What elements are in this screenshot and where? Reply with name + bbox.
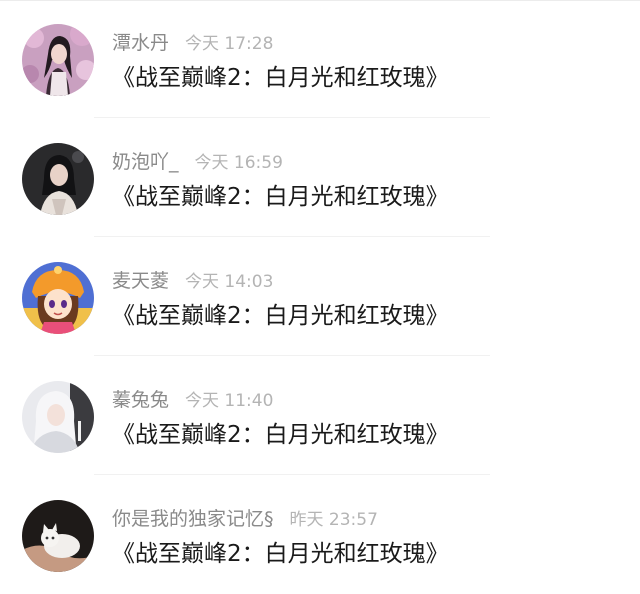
- comment-item[interactable]: 潭水丹 今天 17:28 《战至巅峰2：白月光和红玫瑰》: [0, 0, 640, 118]
- avatar-girl-pink-blossom-icon: [22, 24, 94, 96]
- comment-text: 《战至巅峰2：白月光和红玫瑰》: [112, 184, 449, 210]
- divider: [94, 474, 490, 475]
- comment-text: 《战至巅峰2：白月光和红玫瑰》: [112, 303, 449, 329]
- avatar[interactable]: [22, 262, 94, 334]
- username[interactable]: 蓁兔兔: [112, 389, 169, 411]
- divider: [94, 236, 490, 237]
- timestamp: 今天 16:59: [194, 153, 283, 173]
- comment-text: 《战至巅峰2：白月光和红玫瑰》: [112, 422, 449, 448]
- comment-meta: 奶泡吖_ 今天 16:59: [112, 150, 283, 174]
- avatar-girl-white-hair-icon: [22, 381, 94, 453]
- comment-meta: 潭水丹 今天 17:28: [112, 31, 273, 55]
- comment-meta: 蓁兔兔 今天 11:40: [112, 388, 273, 412]
- avatar[interactable]: [22, 500, 94, 572]
- timestamp: 今天 17:28: [185, 34, 274, 54]
- comment-text: 《战至巅峰2：白月光和红玫瑰》: [112, 541, 449, 567]
- divider: [94, 355, 490, 356]
- avatar-anime-girl-orange-hat-icon: [22, 262, 94, 334]
- avatar-white-cat-icon: [22, 500, 94, 572]
- avatar[interactable]: [22, 143, 94, 215]
- timestamp: 昨天 23:57: [289, 510, 378, 530]
- comment-meta: 麦天菱 今天 14:03: [112, 269, 273, 293]
- username[interactable]: 你是我的独家记忆§: [112, 508, 274, 530]
- timestamp: 今天 11:40: [185, 391, 274, 411]
- username[interactable]: 潭水丹: [112, 32, 169, 54]
- username[interactable]: 麦天菱: [112, 270, 169, 292]
- comment-meta: 你是我的独家记忆§ 昨天 23:57: [112, 507, 378, 531]
- comment-item[interactable]: 你是我的独家记忆§ 昨天 23:57 《战至巅峰2：白月光和红玫瑰》: [0, 476, 640, 594]
- avatar[interactable]: [22, 381, 94, 453]
- comment-item[interactable]: 蓁兔兔 今天 11:40 《战至巅峰2：白月光和红玫瑰》: [0, 357, 640, 475]
- comment-item[interactable]: 麦天菱 今天 14:03 《战至巅峰2：白月光和红玫瑰》: [0, 238, 640, 356]
- avatar[interactable]: [22, 24, 94, 96]
- comment-item[interactable]: 奶泡吖_ 今天 16:59 《战至巅峰2：白月光和红玫瑰》: [0, 119, 640, 237]
- comment-list: 潭水丹 今天 17:28 《战至巅峰2：白月光和红玫瑰》 奶泡吖_ 今天 16:59…: [0, 0, 640, 594]
- avatar-girl-dark-portrait-icon: [22, 143, 94, 215]
- timestamp: 今天 14:03: [185, 272, 274, 292]
- username[interactable]: 奶泡吖_: [112, 151, 179, 173]
- divider: [94, 117, 490, 118]
- comment-text: 《战至巅峰2：白月光和红玫瑰》: [112, 65, 449, 91]
